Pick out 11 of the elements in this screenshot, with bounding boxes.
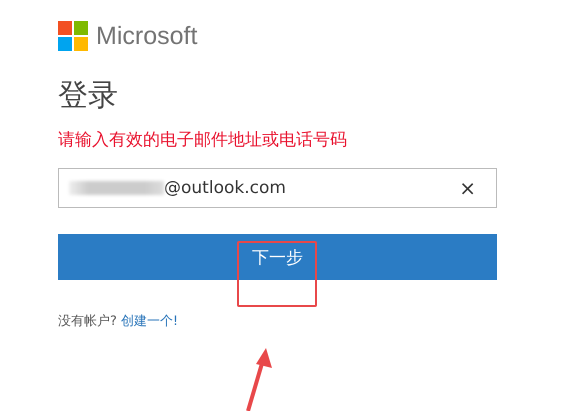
page-title: 登录	[58, 77, 119, 115]
logo-icon	[58, 21, 88, 51]
footer-text: 没有帐户?	[58, 313, 117, 330]
email-field[interactable]: @outlook.com ×	[58, 168, 497, 208]
create-account-link[interactable]: 创建一个!	[120, 312, 178, 330]
clear-button[interactable]: ×	[459, 176, 476, 200]
email-value: @outlook.com	[164, 178, 287, 198]
brand-name: Microsoft	[96, 22, 198, 50]
annotation-arrow	[246, 348, 272, 411]
next-button[interactable]: 下一步	[58, 234, 497, 280]
error-message: 请输入有效的电子邮件地址或电话号码	[58, 129, 348, 150]
